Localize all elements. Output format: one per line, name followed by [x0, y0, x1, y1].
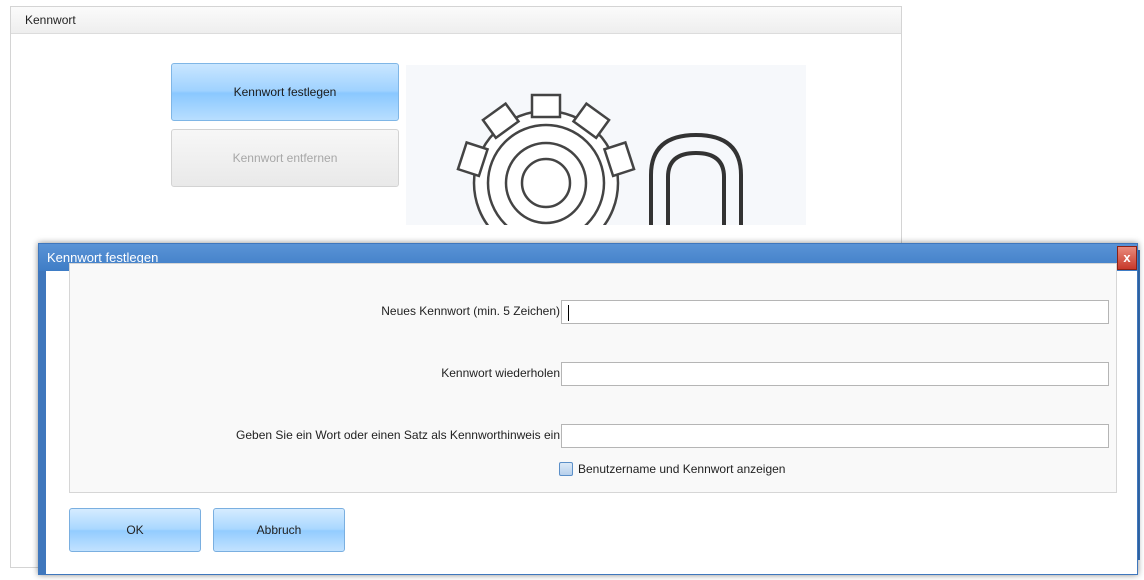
set-password-dialog: Kennwort festlegen x Neues Kennwort (min…	[38, 243, 1138, 575]
repeat-password-input[interactable]	[561, 362, 1109, 386]
ok-button[interactable]: OK	[69, 508, 201, 552]
cancel-button[interactable]: Abbruch	[213, 508, 345, 552]
password-hint-row: Geben Sie ein Wort oder einen Satz als K…	[70, 424, 1116, 450]
repeat-password-label: Kennwort wiederholen	[441, 366, 560, 380]
gear-icon	[456, 93, 743, 257]
dialog-border	[39, 271, 46, 574]
show-credentials-option[interactable]: Benutzername und Kennwort anzeigen	[559, 461, 785, 479]
new-password-row: Neues Kennwort (min. 5 Zeichen)	[70, 300, 1116, 326]
password-hint-label: Geben Sie ein Wort oder einen Satz als K…	[236, 428, 560, 442]
set-password-button[interactable]: Kennwort festlegen	[171, 63, 399, 121]
close-icon[interactable]: x	[1117, 246, 1137, 270]
panel-title: Kennwort	[11, 7, 901, 34]
repeat-password-row: Kennwort wiederholen	[70, 362, 1116, 388]
text-caret	[568, 305, 569, 321]
new-password-label: Neues Kennwort (min. 5 Zeichen)	[381, 304, 560, 318]
password-hint-input[interactable]	[561, 424, 1109, 448]
new-password-input[interactable]	[561, 300, 1109, 324]
form-group: Neues Kennwort (min. 5 Zeichen) Kennwort…	[69, 263, 1117, 493]
security-illustration	[406, 65, 806, 257]
checkbox-icon[interactable]	[559, 461, 573, 476]
remove-password-button: Kennwort entfernen	[171, 129, 399, 187]
lock-shackle-icon	[649, 132, 743, 235]
show-credentials-label[interactable]: Benutzername und Kennwort anzeigen	[578, 462, 785, 476]
